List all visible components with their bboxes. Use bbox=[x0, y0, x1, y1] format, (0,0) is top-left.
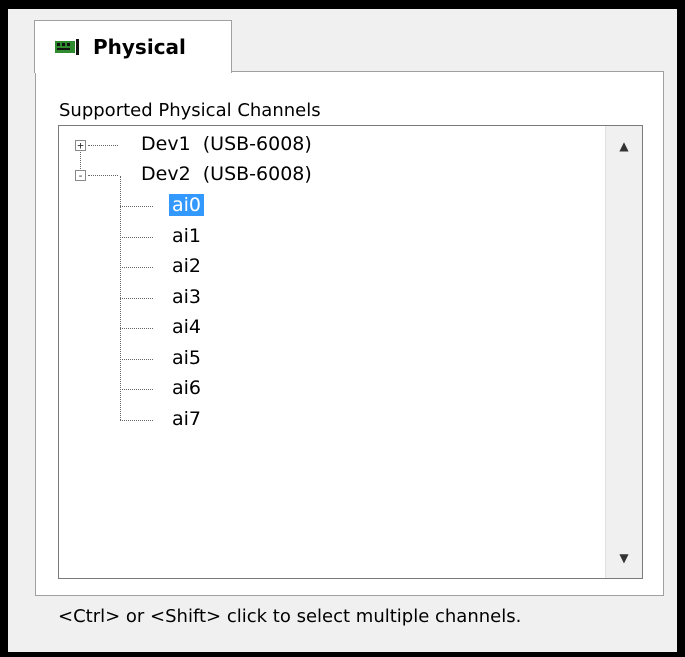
tree-item-channel[interactable]: ai4 bbox=[172, 315, 201, 339]
tree-item-dev1[interactable]: Dev1 (USB-6008) bbox=[141, 132, 312, 156]
collapse-dev2-button[interactable]: - bbox=[75, 170, 86, 181]
tree-connector bbox=[120, 420, 153, 421]
expand-dev1-button[interactable]: + bbox=[75, 140, 86, 151]
scroll-up-arrow-icon[interactable]: ▲ bbox=[606, 128, 642, 164]
channel-label-selected: ai0 bbox=[169, 194, 205, 216]
tree-item-channel[interactable]: ai6 bbox=[172, 376, 201, 400]
tab-label: Physical bbox=[93, 35, 186, 59]
tree-item-channel[interactable]: ai5 bbox=[172, 346, 201, 370]
channel-tree[interactable]: + Dev1 (USB-6008) - Dev2 (USB-6008) ai0 … bbox=[58, 125, 643, 579]
tree-connector bbox=[120, 359, 153, 360]
scroll-down-arrow-icon[interactable]: ▼ bbox=[606, 540, 642, 576]
device-name: Dev2 bbox=[141, 163, 191, 185]
tree-connector bbox=[88, 175, 118, 176]
tree-connector bbox=[80, 152, 81, 169]
tree-item-dev2[interactable]: Dev2 (USB-6008) bbox=[141, 162, 312, 186]
tab-physical[interactable]: Physical bbox=[34, 20, 232, 73]
tree-item-channel[interactable]: ai2 bbox=[172, 254, 201, 278]
tree-connector bbox=[120, 298, 153, 299]
physical-panel: Supported Physical Channels + Dev1 (USB-… bbox=[35, 71, 664, 596]
selection-hint: <Ctrl> or <Shift> click to select multip… bbox=[58, 606, 522, 627]
tree-connector bbox=[120, 206, 153, 207]
channels-dialog: Physical Supported Physical Channels + D… bbox=[8, 9, 677, 652]
tree-connector bbox=[120, 328, 153, 329]
tree-item-channel[interactable]: ai3 bbox=[172, 285, 201, 309]
tree-connector bbox=[120, 237, 153, 238]
tree-connector bbox=[120, 267, 153, 268]
tree-item-channel[interactable]: ai7 bbox=[172, 407, 201, 431]
device-model: (USB-6008) bbox=[202, 133, 312, 155]
tree-connector bbox=[88, 145, 118, 146]
vertical-scrollbar[interactable]: ▲ ▼ bbox=[605, 126, 642, 578]
device-icon bbox=[55, 37, 81, 57]
tree-connector bbox=[120, 389, 153, 390]
device-model: (USB-6008) bbox=[202, 163, 312, 185]
tree-item-channel[interactable]: ai0 bbox=[169, 193, 205, 217]
panel-title: Supported Physical Channels bbox=[59, 100, 321, 121]
tree-item-channel[interactable]: ai1 bbox=[172, 224, 201, 248]
device-name: Dev1 bbox=[141, 133, 191, 155]
